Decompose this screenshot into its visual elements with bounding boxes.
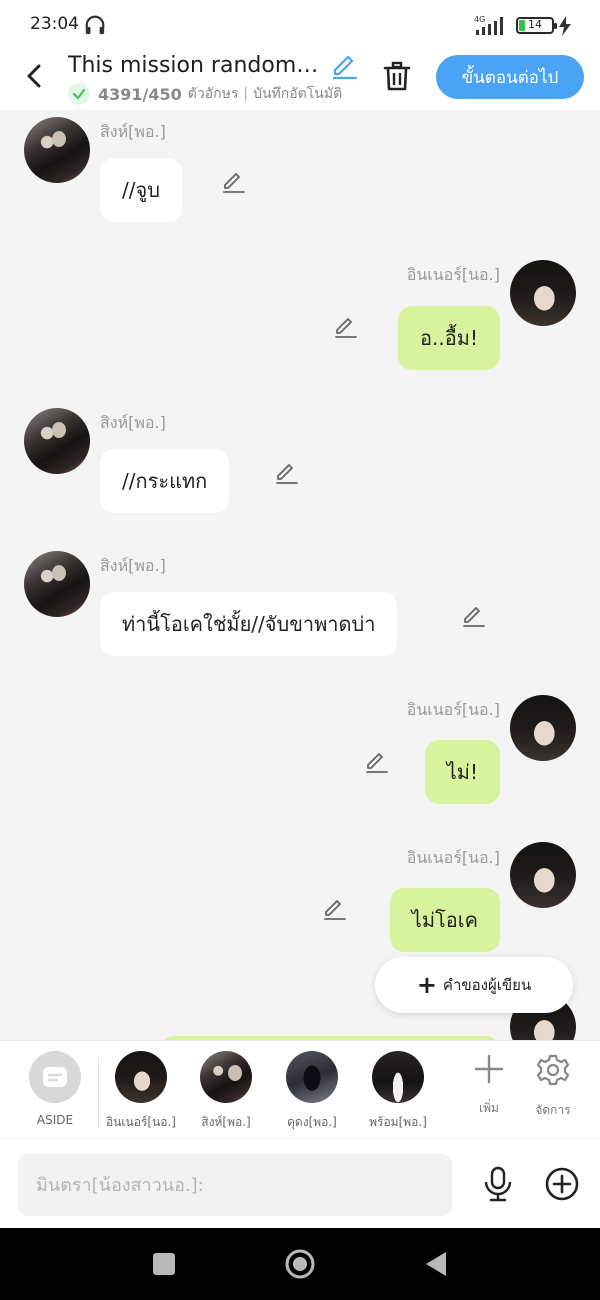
character-dudong[interactable]: ดุดง[พอ.] (271, 1051, 353, 1132)
avatar (286, 1051, 338, 1103)
edit-title-icon[interactable] (330, 53, 358, 81)
aside-icon (29, 1051, 81, 1103)
gear-icon (536, 1054, 570, 1086)
avatar[interactable] (510, 260, 576, 326)
character-aside[interactable]: ASIDE (14, 1051, 96, 1127)
status-bar: 23:04 4G 14 (0, 0, 600, 52)
add-label: เพิ่ม (479, 1101, 499, 1115)
battery-level: 14 (528, 18, 542, 31)
character-label: พร้อม[พอ.] (369, 1115, 427, 1129)
edit-message-icon[interactable] (275, 462, 299, 486)
sender-name: อินเนอร์[นอ.] (406, 265, 500, 284)
home-icon[interactable] (284, 1248, 316, 1280)
message-bubble[interactable]: อ..อื้ม! (398, 306, 500, 370)
edit-message-icon[interactable] (323, 898, 347, 922)
nav-back-icon[interactable] (424, 1250, 448, 1278)
character-label: ASIDE (36, 1113, 74, 1127)
avatar[interactable] (24, 117, 90, 183)
next-step-button[interactable]: ขั้นตอนต่อไป (436, 55, 584, 99)
character-label: ดุดง[พอ.] (287, 1115, 337, 1129)
signal-icon: 4G (474, 15, 503, 35)
autosave-label: บันทึกอัตโนมัติ (253, 86, 343, 102)
message-bubble[interactable]: ไม่โอเค (389, 888, 500, 952)
character-lion[interactable]: สิงห์[พอ.] (185, 1051, 267, 1132)
status-time: 23:04 (30, 14, 79, 34)
avatar (372, 1051, 424, 1103)
trash-icon[interactable] (382, 60, 412, 92)
edit-message-icon[interactable] (222, 171, 246, 195)
recents-icon[interactable] (153, 1253, 175, 1275)
character-count-label: ตัวอักษร (187, 86, 239, 102)
charging-icon (559, 16, 571, 36)
writers-note-label: คำของผู้เขียน (442, 976, 532, 994)
battery-icon: 14 (516, 17, 557, 34)
system-nav-bar (0, 1228, 600, 1300)
chat-area[interactable]: สิงห์[พอ.] //จูบ อินเนอร์[นอ.] อ..อื้ม! … (0, 110, 600, 1040)
avatar[interactable] (510, 695, 576, 761)
avatar[interactable] (510, 842, 576, 908)
sender-name: อินเนอร์[นอ.] (406, 700, 500, 719)
message-bubble[interactable]: ท่านี้โอเคใช่มั้ย//จับขาพาดบ่า (100, 592, 398, 656)
character-bar: ASIDE อินเนอร์[นอ.] สิงห์[พอ.] ดุดง[พอ.]… (0, 1040, 600, 1138)
edit-message-icon[interactable] (334, 316, 358, 340)
avatar[interactable] (24, 551, 90, 617)
network-label: 4G (474, 15, 485, 24)
sender-name: สิงห์[พอ.] (100, 556, 166, 575)
sender-name: สิงห์[พอ.] (100, 122, 166, 141)
character-label: สิงห์[พอ.] (201, 1115, 251, 1129)
character-inner[interactable]: อินเนอร์[นอ.] (100, 1051, 182, 1132)
manage-characters-button[interactable]: จัดการ (523, 1053, 583, 1120)
story-title: This mission randomly... (68, 53, 324, 78)
headphone-icon (85, 15, 105, 35)
sender-name: สิงห์[พอ.] (100, 413, 166, 432)
input-bar (0, 1138, 600, 1228)
message-bubble[interactable]: ไม่! (424, 740, 500, 804)
divider (98, 1057, 99, 1129)
sender-name: อินเนอร์[นอ.] (406, 848, 500, 867)
manage-label: จัดการ (535, 1103, 571, 1117)
plus-icon (474, 1054, 504, 1084)
message-bubble[interactable]: //จูบ (100, 158, 182, 222)
edit-message-icon[interactable] (365, 751, 389, 775)
avatar (200, 1051, 252, 1103)
message-bubble[interactable]: //กระแทก (100, 449, 230, 513)
message-input[interactable] (18, 1154, 452, 1216)
avatar (115, 1051, 167, 1103)
add-media-icon[interactable] (544, 1166, 580, 1202)
story-stats: 4391/450 ตัวอักษร | บันทึกอัตโนมัติ (68, 83, 342, 105)
character-prom[interactable]: พร้อม[พอ.] (357, 1051, 439, 1132)
separator: | (243, 86, 249, 102)
app-header: This mission randomly... 4391/450 ตัวอัก… (0, 52, 600, 110)
microphone-icon[interactable] (482, 1166, 514, 1202)
writers-note-button[interactable]: + คำของผู้เขียน (375, 957, 573, 1013)
add-character-button[interactable]: เพิ่ม (459, 1053, 519, 1118)
back-icon[interactable] (20, 60, 50, 92)
edit-message-icon[interactable] (462, 605, 486, 629)
avatar[interactable] (24, 408, 90, 474)
plus-icon: + (416, 971, 437, 999)
check-icon (68, 83, 90, 105)
character-count: 4391/450 (98, 84, 182, 104)
character-label: อินเนอร์[นอ.] (106, 1115, 176, 1129)
